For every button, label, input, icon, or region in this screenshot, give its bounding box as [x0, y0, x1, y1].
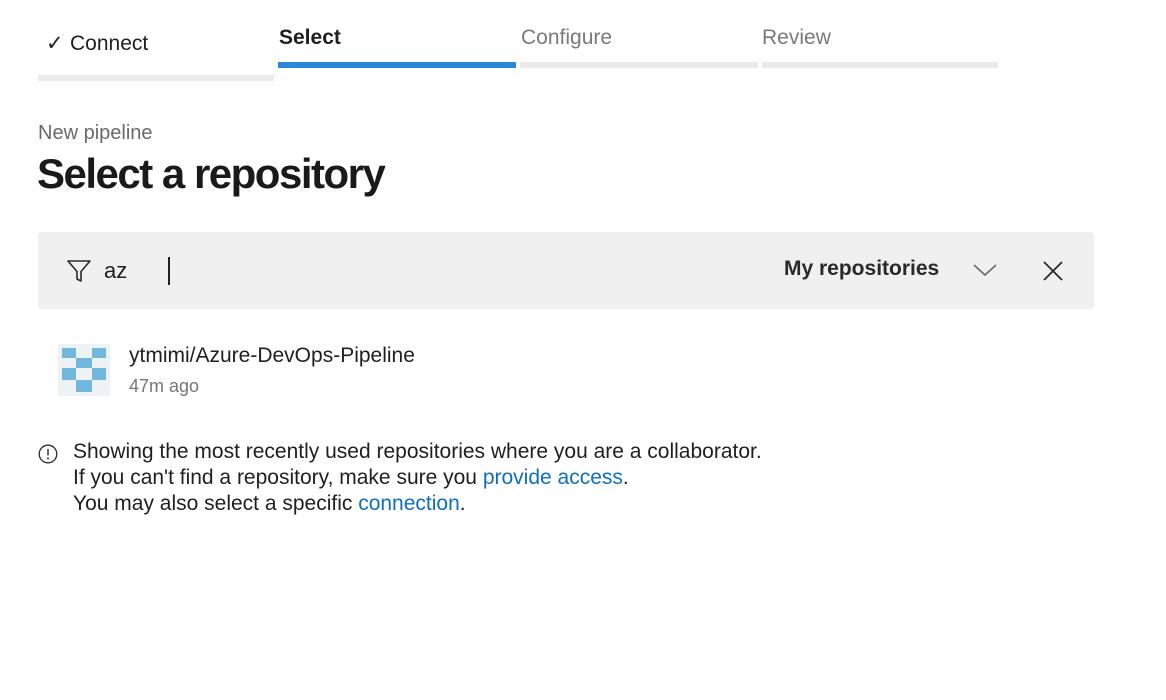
step-review[interactable]: Review: [762, 0, 998, 90]
step-configure[interactable]: Configure: [520, 0, 758, 90]
step-review-progress-bar: [762, 62, 998, 68]
info-line-1: Showing the most recently used repositor…: [73, 440, 762, 463]
filter-icon: [67, 260, 91, 282]
clear-filter-button[interactable]: [1038, 256, 1068, 286]
step-select-label: Select: [279, 26, 341, 49]
text-cursor: [168, 257, 170, 285]
info-line-2-text: If you can't find a repository, make sur…: [73, 466, 483, 489]
info-line-2: If you can't find a repository, make sur…: [73, 465, 762, 491]
wizard-stepper: ✓ Connect Select Configure Review: [0, 0, 1166, 90]
step-connect-label: ✓ Connect: [46, 31, 148, 56]
step-configure-label: Configure: [521, 26, 613, 49]
search-input[interactable]: [104, 256, 704, 286]
page-title: Select a repository: [37, 150, 386, 197]
provide-access-link[interactable]: provide access: [483, 466, 623, 489]
repository-name: ytmimi/Azure-DevOps-Pipeline: [129, 344, 415, 367]
step-review-label: Review: [762, 26, 831, 49]
close-icon: [1043, 261, 1063, 281]
info-line-3: You may also select a specific connectio…: [73, 491, 762, 517]
checkmark-icon: ✓: [46, 32, 64, 55]
step-configure-progress-bar: [520, 62, 758, 68]
repository-avatar-icon: [58, 344, 110, 396]
filter-bar: My repositories: [38, 232, 1094, 309]
step-connect[interactable]: ✓ Connect: [38, 0, 274, 90]
info-line-2-suffix: .: [622, 466, 629, 489]
info-line-3-text: You may also select a specific: [73, 492, 359, 515]
page-subtitle: New pipeline: [38, 122, 153, 144]
info-line-3-suffix: .: [459, 492, 466, 515]
repository-scope-label: My repositories: [784, 257, 940, 280]
repository-timestamp: 47m ago: [129, 376, 200, 396]
connection-link[interactable]: connection: [358, 492, 460, 515]
info-message: Showing the most recently used repositor…: [73, 439, 762, 517]
step-select-progress-bar: [278, 62, 516, 68]
step-connect-progress-bar: [38, 75, 274, 81]
chevron-down-icon: [973, 264, 997, 277]
info-icon: [38, 444, 58, 464]
repository-list-item[interactable]: ytmimi/Azure-DevOps-Pipeline 47m ago: [38, 330, 1094, 410]
step-connect-text: Connect: [70, 32, 149, 55]
step-select[interactable]: Select: [278, 0, 516, 90]
